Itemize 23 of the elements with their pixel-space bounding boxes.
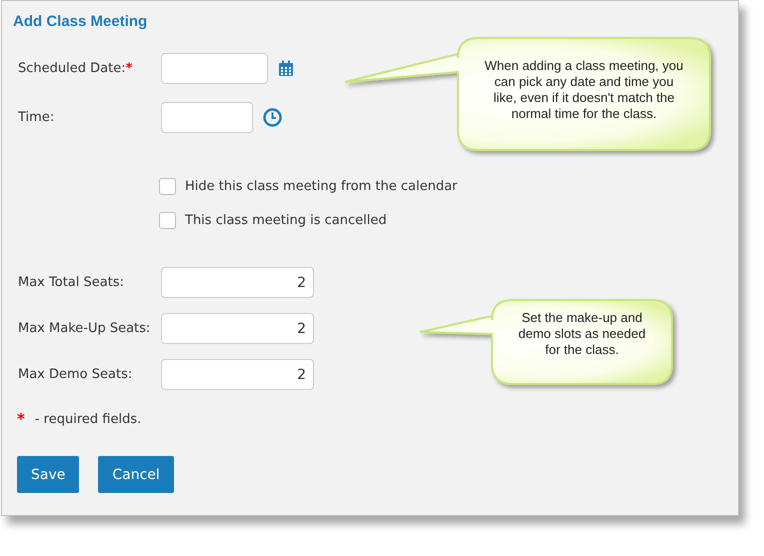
input-field[interactable] [161,53,268,84]
field-label: Max Total Seats: [17,275,125,290]
checkbox-label: This class meeting is cancelled [185,213,387,228]
number-field[interactable]: 2 [161,313,314,344]
field-label: Max Demo Seats: [17,367,134,382]
checkbox-label: Hide this class meeting from the calendar [185,179,458,194]
number-field[interactable]: 2 [161,267,314,298]
callout-text: Set the make-up and demo slots as needed for the class. [517,310,647,358]
required-mark: * [17,410,25,428]
callout-text: When adding a class meeting, you can pick any date and time you like, even if it doesn't match the normal time for the class. [484,58,684,122]
calendar-icon[interactable] [278,60,294,77]
required-note: - required fields. [34,412,142,426]
field-label: Max Make-Up Seats: [17,321,152,336]
input-field[interactable] [161,102,253,133]
checkbox[interactable] [159,178,176,195]
action-button[interactable]: Save [17,456,80,493]
clock-icon[interactable] [263,108,282,127]
form-title: Add Class Meeting [13,12,148,32]
field-label: Scheduled Date:* [17,61,134,76]
action-button[interactable]: Cancel [98,456,174,493]
number-field[interactable]: 2 [161,359,314,390]
checkbox[interactable] [159,212,176,229]
field-label: Time: [17,110,56,125]
